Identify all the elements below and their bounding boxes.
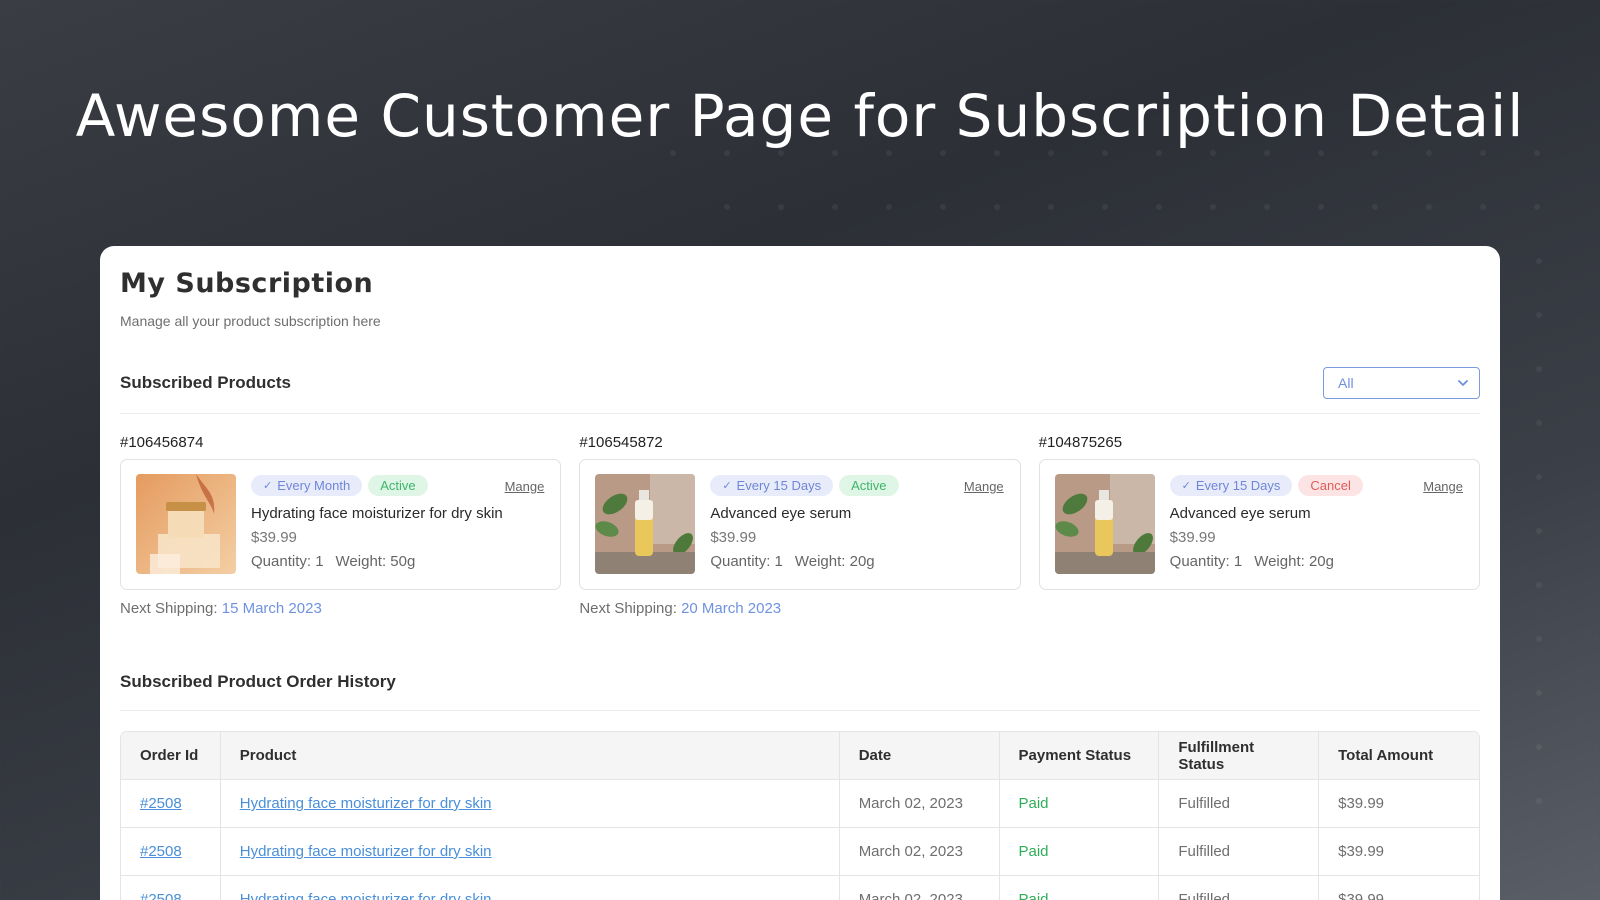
subscription-item-1: #106456874 ✓ Every Month Active Hydratin… bbox=[120, 434, 562, 618]
subscription-panel: My Subscription Manage all your product … bbox=[100, 246, 1500, 900]
product-image bbox=[595, 474, 696, 574]
next-shipping: Next Shipping: 15 March 2023 bbox=[120, 600, 561, 618]
status-badge: Cancel bbox=[1298, 474, 1363, 496]
subscription-item-3: #104875265 ✓ Every 15 Days Cancel Advanc… bbox=[1038, 434, 1480, 618]
manage-link[interactable]: Mange bbox=[1423, 479, 1463, 494]
product-link[interactable]: Hydrating face moisturizer for dry skin bbox=[240, 891, 492, 900]
check-icon: ✓ bbox=[263, 479, 273, 492]
product-quantity: Quantity: 1 bbox=[251, 553, 324, 570]
subscribed-products-title: Subscribed Products bbox=[120, 373, 291, 392]
order-date-cell: March 02, 2023 bbox=[839, 875, 1000, 900]
status-badge: Active bbox=[368, 474, 428, 496]
next-shipping: Next Shipping: 20 March 2023 bbox=[579, 600, 1020, 618]
table-row: #2508 Hydrating face moisturizer for dry … bbox=[121, 875, 1479, 900]
subscription-id: #104875265 bbox=[1038, 434, 1123, 451]
product-name: Hydrating face moisturizer for dry skin bbox=[251, 505, 503, 522]
check-icon: ✓ bbox=[1181, 479, 1191, 492]
product-name: Advanced eye serum bbox=[1169, 505, 1311, 522]
subscribed-products-header: Subscribed Products All bbox=[120, 367, 1480, 414]
total-amount-cell: $39.99 bbox=[1319, 779, 1479, 827]
order-id-link[interactable]: #2508 bbox=[140, 795, 182, 812]
order-id-link-cell: #2508 bbox=[121, 827, 221, 875]
next-shipping-date: 20 March 2023 bbox=[681, 600, 782, 617]
product-weight: Weight: 50g bbox=[335, 553, 416, 570]
order-history-title: Subscribed Product Order History bbox=[120, 672, 396, 691]
product-name: Advanced eye serum bbox=[710, 505, 852, 522]
table-row: #2508 Hydrating face moisturizer for dry … bbox=[121, 779, 1479, 827]
column-header: Order Id bbox=[121, 732, 221, 779]
order-date-cell: March 02, 2023 bbox=[839, 827, 1000, 875]
total-amount-cell: $39.99 bbox=[1319, 875, 1479, 900]
column-header: Total Amount bbox=[1319, 732, 1479, 779]
frequency-label: Every Month bbox=[277, 477, 351, 493]
frequency-label: Every 15 Days bbox=[736, 477, 822, 493]
manage-link[interactable]: Mange bbox=[505, 479, 545, 494]
product-weight: Weight: 20g bbox=[1254, 553, 1334, 570]
product-quantity: Quantity: 1 bbox=[710, 553, 783, 570]
order-id-link-cell: #2508 bbox=[121, 779, 221, 827]
subscription-card: ✓ Every 15 Days Cancel Advanced eye seru… bbox=[1038, 459, 1480, 590]
check-icon: ✓ bbox=[722, 479, 732, 492]
order-id-link[interactable]: #2508 bbox=[140, 843, 182, 860]
product-link-cell: Hydrating face moisturizer for dry skin bbox=[220, 779, 840, 827]
subscription-id: #106456874 bbox=[120, 434, 204, 451]
fulfillment-status-cell: Fulfilled bbox=[1159, 827, 1320, 875]
order-history-header: Subscribed Product Order History bbox=[120, 672, 1480, 711]
order-date-cell: March 02, 2023 bbox=[839, 779, 1000, 827]
product-link-cell: Hydrating face moisturizer for dry skin bbox=[220, 827, 840, 875]
manage-link[interactable]: Mange bbox=[964, 479, 1004, 494]
frequency-label: Every 15 Days bbox=[1195, 477, 1281, 493]
next-shipping-label: Next Shipping: bbox=[579, 600, 677, 617]
table-row: #2508 Hydrating face moisturizer for dry … bbox=[121, 827, 1479, 875]
column-header: Date bbox=[839, 732, 1000, 779]
chevron-down-icon bbox=[1458, 380, 1468, 386]
frequency-badge: ✓ Every 15 Days bbox=[710, 474, 834, 496]
product-link[interactable]: Hydrating face moisturizer for dry skin bbox=[240, 795, 492, 812]
order-id-link[interactable]: #2508 bbox=[140, 891, 182, 900]
hero-title: Awesome Customer Page for Subscription D… bbox=[75, 82, 1525, 150]
product-link[interactable]: Hydrating face moisturizer for dry skin bbox=[240, 843, 492, 860]
next-shipping-label: Next Shipping: bbox=[120, 600, 218, 617]
product-image bbox=[136, 474, 236, 574]
subscription-list: #106456874 ✓ Every Month Active Hydratin… bbox=[120, 434, 1480, 618]
product-quantity: Quantity: 1 bbox=[1169, 553, 1243, 570]
subscription-card: ✓ Every 15 Days Active Advanced eye seru… bbox=[579, 459, 1021, 590]
table-header-row: Order Id Product Date Payment Status Fulfill… bbox=[121, 732, 1479, 779]
frequency-badge: ✓ Every Month bbox=[251, 474, 363, 496]
subscription-id: #106545872 bbox=[579, 434, 663, 451]
order-id-link-cell: #2508 bbox=[121, 875, 221, 900]
payment-status-cell: Paid bbox=[999, 827, 1160, 875]
subscription-card: ✓ Every Month Active Hydrating face mois… bbox=[120, 459, 562, 590]
product-price: $39.99 bbox=[710, 529, 757, 546]
subscription-item-2: #106545872 ✓ Every 15 Days Active Advanc… bbox=[579, 434, 1021, 618]
product-price: $39.99 bbox=[251, 529, 297, 546]
payment-status-cell: Paid bbox=[999, 779, 1160, 827]
column-header: Payment Status bbox=[999, 732, 1160, 779]
status-filter-value: All bbox=[1338, 375, 1354, 391]
status-filter-select[interactable]: All bbox=[1323, 367, 1480, 399]
product-link-cell: Hydrating face moisturizer for dry skin bbox=[220, 875, 840, 900]
payment-status-cell: Paid bbox=[999, 875, 1160, 900]
order-history-table: Order Id Product Date Payment Status Fulfill… bbox=[120, 731, 1480, 900]
total-amount-cell: $39.99 bbox=[1319, 827, 1479, 875]
product-weight: Weight: 20g bbox=[794, 553, 875, 570]
product-image bbox=[1054, 474, 1155, 574]
status-badge: Active bbox=[839, 474, 899, 496]
fulfillment-status-cell: Fulfilled bbox=[1159, 779, 1320, 827]
frequency-badge: ✓ Every 15 Days bbox=[1169, 474, 1293, 496]
product-price: $39.99 bbox=[1169, 529, 1216, 546]
fulfillment-status-cell: Fulfilled bbox=[1159, 875, 1320, 900]
column-header: Product bbox=[220, 732, 840, 779]
page-title: My Subscription bbox=[120, 268, 374, 299]
page-subtitle: Manage all your product subscription her… bbox=[120, 313, 381, 329]
column-header: Fulfillment Status bbox=[1159, 732, 1320, 779]
next-shipping bbox=[1039, 600, 1480, 618]
next-shipping-date: 15 March 2023 bbox=[221, 600, 322, 617]
